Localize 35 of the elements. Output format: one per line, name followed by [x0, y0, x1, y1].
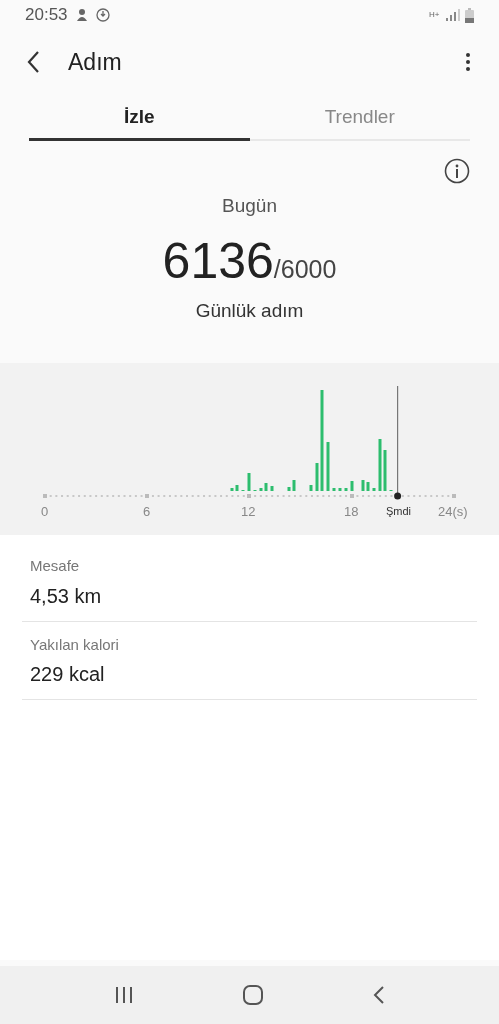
step-bar — [247, 473, 251, 491]
stat-label: Mesafe — [30, 556, 81, 576]
step-goal: /6000 — [273, 254, 337, 285]
step-bar — [338, 488, 342, 491]
axis-label: 24(s) — [438, 503, 468, 521]
recent-apps-icon[interactable] — [114, 986, 133, 1004]
axis-label: 12 — [241, 503, 256, 521]
notification-icon — [95, 8, 110, 22]
stat-value: 229 kcal — [30, 662, 106, 687]
step-bar — [344, 488, 348, 491]
info-icon[interactable] — [444, 158, 470, 184]
axis-label: 6 — [143, 503, 151, 521]
notification-icon — [75, 8, 88, 22]
status-time: 20:53 — [25, 4, 68, 27]
period-label: Bugün — [222, 194, 277, 218]
steps-caption: Günlük adım — [195, 298, 304, 323]
step-bar — [372, 488, 376, 491]
axis-label: 18 — [344, 503, 359, 521]
signal-icon — [446, 9, 460, 21]
step-count: 6136 — [162, 231, 274, 291]
battery-icon — [465, 7, 474, 23]
step-bar — [309, 485, 313, 491]
stat-label: Yakılan kalori — [30, 634, 120, 655]
step-bar — [332, 488, 336, 491]
page-title: Adım — [68, 47, 122, 77]
home-icon[interactable] — [241, 985, 264, 1005]
axis-label: 0 — [41, 503, 49, 521]
tab[interactable]: İzle — [29, 96, 250, 141]
back-icon[interactable] — [372, 986, 385, 1004]
stat-value: 4,53 km — [30, 583, 103, 609]
step-bar — [326, 442, 330, 491]
step-bar — [270, 486, 274, 491]
step-bar — [350, 481, 354, 491]
network-type: H+ — [429, 11, 441, 19]
now-label: Şmdi — [386, 504, 412, 519]
